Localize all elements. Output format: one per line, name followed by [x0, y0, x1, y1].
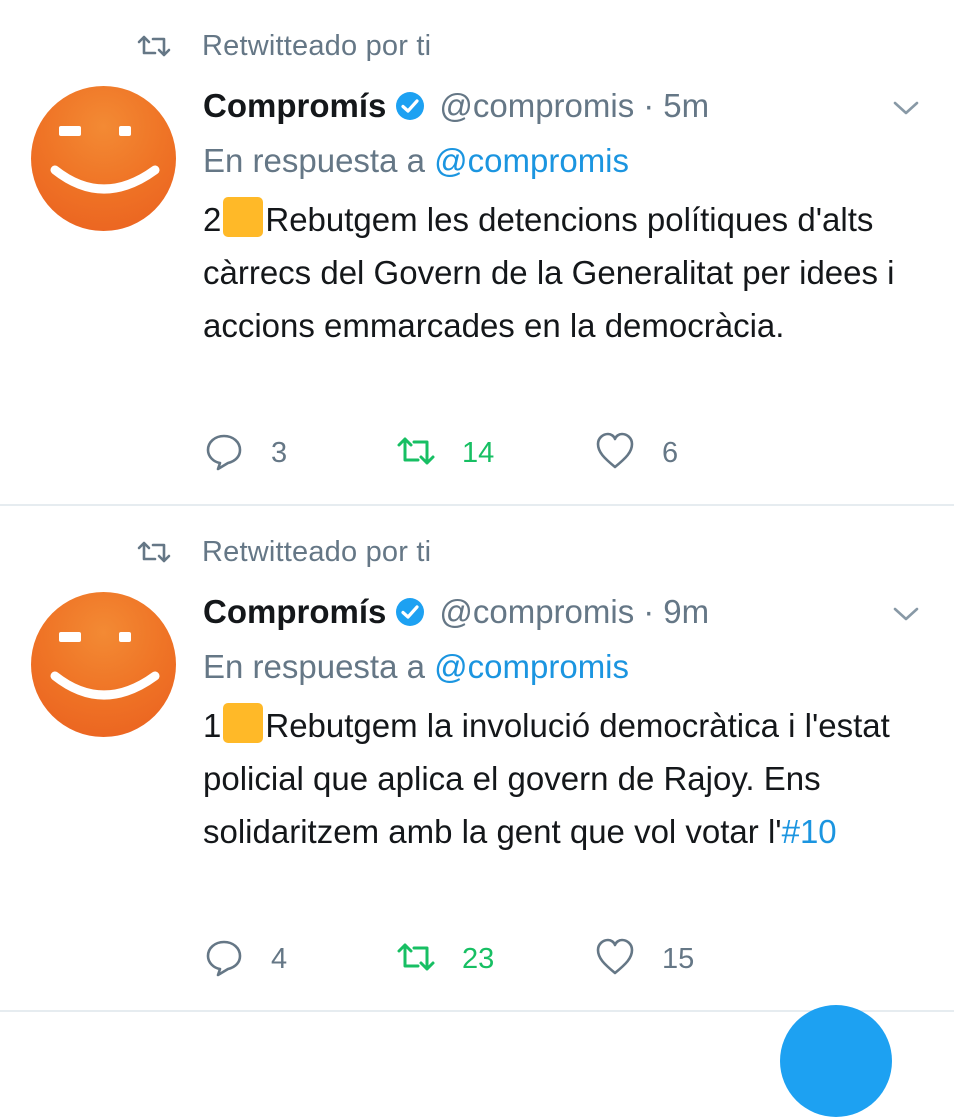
compose-fab[interactable]: [780, 1005, 892, 1117]
tweet-card[interactable]: Retwitteado por ti Compromís @compromis …: [0, 0, 954, 505]
retweeted-by-row: Retwitteado por ti: [136, 26, 431, 66]
retweeted-by-row: Retwitteado por ti: [136, 532, 431, 572]
tweet-number: 1: [203, 707, 222, 744]
tweet-text: 1 Rebutgem la involució democràtica i l'e…: [203, 699, 943, 858]
retweet-count: 23: [462, 942, 495, 975]
avatar[interactable]: [31, 86, 176, 231]
verified-badge-icon: [395, 91, 425, 121]
tweet-header: Compromís @compromis · 5m: [203, 80, 709, 132]
heart-icon: [594, 937, 636, 982]
retweet-button[interactable]: 23: [396, 936, 494, 982]
header-separator: ·: [643, 593, 655, 630]
reply-prefix: En respuesta a: [203, 648, 425, 685]
smiley-logo-icon: [50, 632, 160, 700]
hashtag-link[interactable]: #10: [782, 813, 837, 850]
chevron-down-icon[interactable]: [890, 96, 922, 120]
chevron-down-icon[interactable]: [890, 602, 922, 626]
like-button[interactable]: 6: [594, 430, 678, 476]
reply-icon: [203, 430, 245, 477]
tweet-text: 2 Rebutgem les detencions polítiques d'al…: [203, 193, 943, 352]
reply-count: 3: [271, 436, 288, 469]
retweet-icon: [396, 434, 436, 473]
tweet-number: 2: [203, 201, 222, 238]
yellow-square-emoji-icon: [223, 703, 264, 743]
smiley-logo-icon: [50, 126, 160, 194]
author-name[interactable]: Compromís: [203, 87, 386, 125]
reply-button[interactable]: 3: [203, 430, 287, 476]
reply-icon: [203, 936, 245, 983]
tweet-body: Rebutgem les detencions polítiques d'alt…: [203, 201, 895, 344]
reply-mention-link[interactable]: @compromis: [434, 142, 629, 179]
reply-button[interactable]: 4: [203, 936, 287, 982]
verified-badge-icon: [395, 597, 425, 627]
retweet-icon: [396, 940, 436, 979]
reply-mention-link[interactable]: @compromis: [434, 648, 629, 685]
tweet-header: Compromís @compromis · 9m: [203, 586, 709, 638]
tweet-timestamp[interactable]: 5m: [663, 87, 709, 125]
author-name[interactable]: Compromís: [203, 593, 386, 631]
reply-context: En respuesta a @compromis: [203, 142, 629, 180]
like-button[interactable]: 15: [594, 936, 694, 982]
yellow-square-emoji-icon: [223, 197, 264, 237]
reply-context: En respuesta a @compromis: [203, 648, 629, 686]
retweet-icon: [136, 538, 180, 566]
avatar[interactable]: [31, 592, 176, 737]
heart-icon: [594, 431, 636, 476]
author-handle[interactable]: @compromis: [439, 593, 634, 631]
retweet-button[interactable]: 14: [396, 430, 494, 476]
tweet-timestamp[interactable]: 9m: [663, 593, 709, 631]
reply-count: 4: [271, 942, 288, 975]
retweeted-by-label: Retwitteado por ti: [202, 535, 432, 568]
like-count: 15: [662, 942, 695, 975]
retweeted-by-label: Retwitteado por ti: [202, 29, 432, 62]
header-separator: ·: [643, 87, 655, 124]
retweet-count: 14: [462, 436, 495, 469]
like-count: 6: [662, 436, 679, 469]
reply-prefix: En respuesta a: [203, 142, 425, 179]
tweet-card[interactable]: Retwitteado por ti Compromís @compromis …: [0, 506, 954, 1011]
retweet-icon: [136, 32, 180, 60]
author-handle[interactable]: @compromis: [439, 87, 634, 125]
